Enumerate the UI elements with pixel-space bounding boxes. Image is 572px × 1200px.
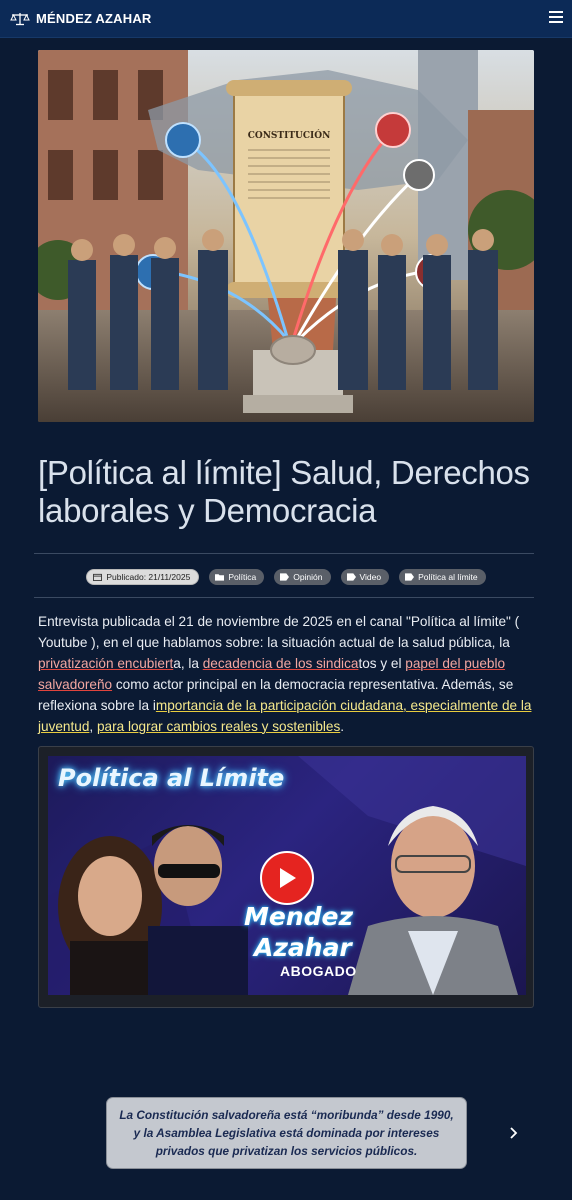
scroll-heading: CONSTITUCIÓN: [248, 129, 331, 141]
folder-icon: [215, 574, 225, 581]
tag-icon: [405, 573, 415, 581]
chevron-right-icon[interactable]: [508, 1125, 520, 1141]
tag-label[interactable]: Opinión: [293, 572, 322, 582]
video-subtitle: ABOGADO: [280, 963, 357, 979]
tag-icon: [280, 573, 290, 581]
scales-icon: [10, 12, 30, 25]
body-text: a, la: [173, 656, 203, 671]
published-date: Publicado: 21/11/2025: [106, 572, 191, 582]
body-text: Entrevista publicada el 21 de noviembre …: [38, 614, 520, 650]
article-meta: Publicado: 21/11/2025 Política Opinión V…: [0, 569, 572, 585]
category-chip[interactable]: Política: [209, 569, 265, 585]
title-divider: [34, 553, 534, 554]
brand-link[interactable]: MÉNDEZ AZAHAR: [10, 11, 152, 26]
tag-label[interactable]: Política al límite: [418, 572, 478, 582]
hamburger-icon[interactable]: [549, 11, 563, 25]
tag-label[interactable]: Video: [360, 572, 382, 582]
highlight-text: decadencia de los sindica: [202, 656, 359, 671]
calendar-icon: [93, 573, 103, 581]
highlight-text: para lograr cambios reales y sostenibles: [96, 719, 341, 734]
tag-chip[interactable]: Opinión: [274, 569, 331, 585]
hero-illustration: CONSTITUCIÓN: [38, 50, 534, 422]
video-title: Política al Límite: [58, 764, 285, 792]
body-text: ,: [89, 719, 97, 734]
top-navbar: MÉNDEZ AZAHAR: [0, 0, 572, 38]
quote-popup: La Constitución salvadoreña está “moribu…: [106, 1097, 467, 1169]
category-label[interactable]: Política: [228, 572, 256, 582]
body-text: .: [340, 719, 345, 734]
tag-chip[interactable]: Política al límite: [399, 569, 486, 585]
quote-text: La Constitución salvadoreña está “moribu…: [119, 1108, 454, 1158]
video-thumbnail[interactable]: Política al Límite Mendez Azahar ABOGADO: [48, 756, 526, 995]
article-body: Entrevista publicada el 21 de noviembre …: [38, 611, 534, 737]
article-title: [Política al límite] Salud, Derechos lab…: [38, 454, 530, 529]
published-date-badge: Publicado: 21/11/2025: [86, 569, 200, 585]
tag-icon: [346, 573, 356, 581]
body-text: tos y el: [358, 656, 406, 671]
site-title[interactable]: MÉNDEZ AZAHAR: [36, 11, 152, 26]
video-name-line2: Azahar: [254, 933, 352, 962]
video-name-line1: Mendez: [244, 902, 354, 931]
play-icon: [280, 868, 296, 888]
play-button[interactable]: [260, 851, 314, 905]
article-hero-image: CONSTITUCIÓN: [38, 50, 534, 422]
highlight-text: privatización encubiert: [38, 656, 174, 671]
tag-chip[interactable]: Video: [340, 569, 390, 585]
video-embed[interactable]: Política al Límite Mendez Azahar ABOGADO: [38, 746, 534, 1008]
meta-divider: [34, 597, 534, 598]
